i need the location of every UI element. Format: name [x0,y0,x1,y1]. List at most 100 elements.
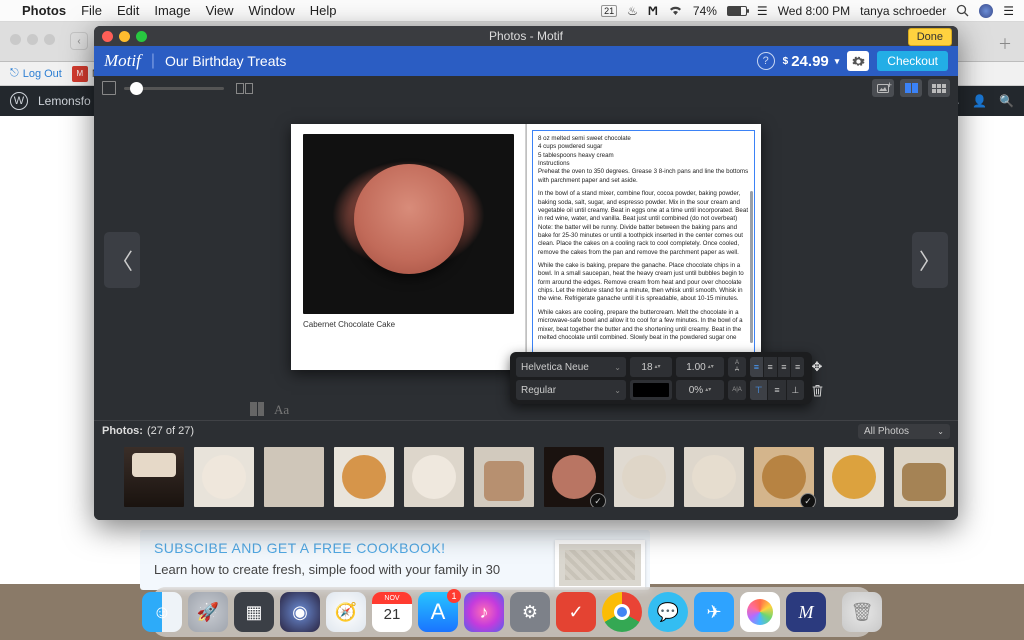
dock-itunes[interactable]: ♪ [464,592,504,632]
thumb-10[interactable] [754,447,814,507]
zoom-slider[interactable] [124,87,224,90]
thumb-12[interactable] [894,447,954,507]
recipe-photo[interactable] [303,134,514,314]
font-family-select[interactable]: Helvetica Neue⌄ [516,357,626,377]
thumb-1[interactable] [124,447,184,507]
bg-traffic-lights[interactable] [10,34,55,45]
leading-stepper[interactable]: 1.00▴▾ [676,357,724,377]
text-style-icon[interactable]: Aa [274,402,289,418]
price-dropdown[interactable]: $24.99▾ [783,53,840,70]
spread-view-icon[interactable] [236,83,253,94]
done-button[interactable]: Done [908,28,952,46]
menubar-wifi-icon[interactable] [668,5,683,16]
siri-icon[interactable] [979,4,993,18]
dock-safari[interactable]: 🧭 [326,592,366,632]
layout-icon[interactable] [250,402,264,416]
wp-site-name[interactable]: Lemonsfo [38,94,91,108]
menubar-app[interactable]: Photos [22,3,66,18]
minimize-icon[interactable] [119,31,130,42]
dock-todoist[interactable]: ✓ [556,592,596,632]
thumbnail-strip[interactable] [94,441,958,507]
dock-motif[interactable]: M [786,592,826,632]
macos-dock: ☺ 🚀 ▦ ◉ 🧭 NOV 21 A1 ♪ ⚙ ✓ 💬 ✈ M 🗑 [152,587,872,637]
text-scrollbar[interactable] [750,191,753,343]
case-toggle[interactable]: AA [728,357,746,377]
text-format-panel[interactable]: Helvetica Neue⌄ 18▴▾ 1.00▴▾ AA ≡≡≡≡ ✥ Re… [510,352,812,404]
menu-window[interactable]: Window [249,3,295,18]
thumb-8[interactable] [614,447,674,507]
wp-user-icon[interactable]: 👤 [972,94,987,108]
font-weight-select[interactable]: Regular⌄ [516,380,626,400]
add-photo-button[interactable] [872,79,894,97]
traffic-lights[interactable] [102,31,147,42]
battery-icon[interactable] [727,6,747,16]
menubar-flame-icon[interactable]: ♨ [627,4,638,18]
dock-preferences[interactable]: ⚙ [510,592,550,632]
spotlight-icon[interactable] [956,4,969,17]
thumb-6[interactable] [474,447,534,507]
font-size-stepper[interactable]: 18▴▾ [630,357,672,377]
bg-logout-link[interactable]: ⎋ Log Out [10,67,62,80]
menu-help[interactable]: Help [310,3,337,18]
menubar-malware-icon[interactable]: Ϻ [648,4,658,18]
menubar-user[interactable]: tanya schroeder [860,4,946,18]
menu-file[interactable]: File [81,3,102,18]
menubar-datetime: Wed 8:00 PM [778,4,850,18]
menu-image[interactable]: Image [154,3,190,18]
single-page-icon[interactable] [102,81,116,95]
v-align-group[interactable]: ⊤≡⊥ [750,380,804,400]
zoom-icon[interactable] [136,31,147,42]
two-page-view-button[interactable] [900,79,922,97]
dock-launchpad[interactable]: 🚀 [188,592,228,632]
menubar-extra-icon[interactable]: ☰ [757,4,768,18]
thumb-7[interactable] [544,447,604,507]
move-icon[interactable]: ✥ [808,357,826,377]
menu-edit[interactable]: Edit [117,3,139,18]
dock-calendar[interactable]: NOV 21 [372,592,412,632]
notification-center-icon[interactable]: ☰ [1003,4,1014,18]
thumb-2[interactable] [194,447,254,507]
dock-finder[interactable]: ☺ [142,592,182,632]
dock-spark[interactable]: ✈ [694,592,734,632]
window-titlebar[interactable]: Photos - Motif Done [94,26,958,46]
trash-icon[interactable] [808,380,826,400]
photo-caption[interactable]: Cabernet Chocolate Cake [303,320,514,329]
dock-chrome[interactable] [602,592,642,632]
photos-motif-window: Photos - Motif Done Motif | Our Birthday… [94,26,958,520]
menu-view[interactable]: View [206,3,234,18]
recipe-text-box[interactable]: 8 oz melted semi sweet chocolate 4 cups … [532,130,755,364]
settings-button[interactable] [847,51,869,71]
page-left[interactable]: Cabernet Chocolate Cake [291,124,526,370]
thumb-9[interactable] [684,447,744,507]
prev-page-button[interactable]: 〈 [104,232,140,288]
thumb-4[interactable] [334,447,394,507]
thumb-5[interactable] [404,447,464,507]
grid-view-button[interactable] [928,79,950,97]
help-icon[interactable]: ? [757,52,775,70]
motif-logo[interactable]: Motif [104,51,141,71]
spacing-toggle[interactable]: A|A [728,380,746,400]
wp-search-icon[interactable]: 🔍 [999,94,1014,108]
dock-siri[interactable]: ◉ [280,592,320,632]
next-page-button[interactable]: 〉 [912,232,948,288]
motif-header: Motif | Our Birthday Treats ? $24.99▾ Ch… [94,46,958,76]
wp-logo-icon[interactable]: W [10,92,28,110]
h-align-group[interactable]: ≡≡≡≡ [750,357,804,377]
page-right[interactable]: 8 oz melted semi sweet chocolate 4 cups … [526,124,761,370]
dock-mission-control[interactable]: ▦ [234,592,274,632]
close-icon[interactable] [102,31,113,42]
dock-appstore[interactable]: A1 [418,592,458,632]
thumb-11[interactable] [824,447,884,507]
thumb-3[interactable] [264,447,324,507]
dock-trash[interactable]: 🗑 [842,592,882,632]
dock-messages[interactable]: 💬 [648,592,688,632]
window-title: Photos - Motif [489,29,563,43]
text-color-swatch[interactable] [630,380,672,400]
tracking-stepper[interactable]: 0%▴▾ [676,380,724,400]
dock-photos[interactable] [740,592,780,632]
photo-tray: Photos: (27 of 27) All Photos⌄ [94,420,958,520]
checkout-button[interactable]: Checkout [877,51,948,71]
bg-new-tab-icon[interactable]: ＋ [998,34,1012,54]
tray-filter-select[interactable]: All Photos⌄ [858,424,950,439]
menubar-cal-icon[interactable]: 21 [601,5,617,17]
